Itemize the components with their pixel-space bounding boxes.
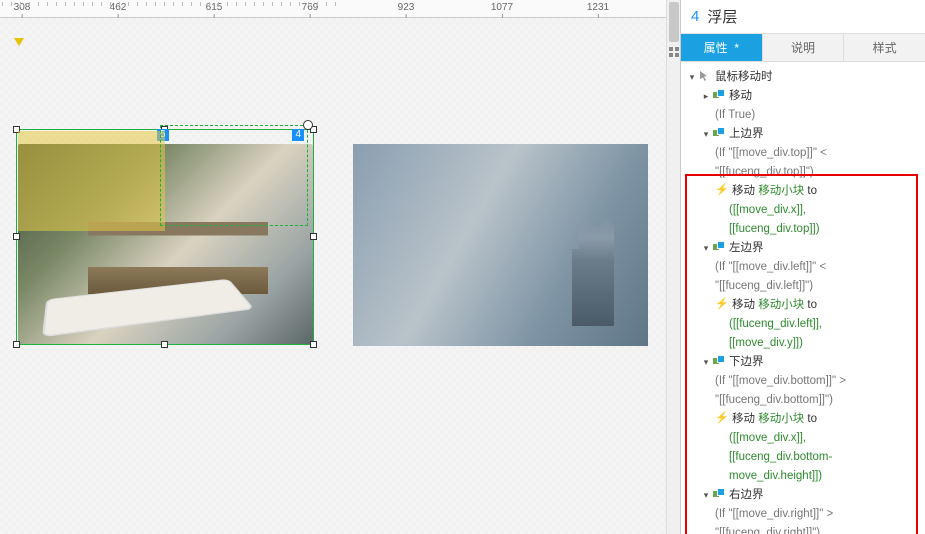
highlight-overlay[interactable] [18, 131, 165, 231]
bolt-icon [715, 183, 729, 197]
move-icon [712, 354, 726, 368]
tree-node-condition: (If "[[move_div.bottom]]" > [687, 372, 923, 391]
tree-node-param: [[move_div.y]]) [687, 334, 923, 353]
action-text: 移动 移动小块 to [732, 297, 817, 314]
condition-text: "[[fuceng_div.bottom]]") [715, 392, 833, 409]
inspector-panel: 4 浮层 属性 * 说明 样式 ▾ 鼠标移动时 ▸ 移动 (If True) ▾ [680, 0, 925, 534]
tree-node-action[interactable]: 移动 移动小块 to [687, 296, 923, 315]
condition-text: (If "[[move_div.left]]" < [715, 259, 826, 276]
selection-badge: 4 [292, 129, 304, 141]
resize-handle-mr[interactable] [310, 233, 317, 240]
tree-node-case-bottom[interactable]: ▾ 下边界 [687, 353, 923, 372]
tab-dirty-marker: * [734, 41, 739, 55]
node-label: 鼠标移动时 [715, 69, 773, 86]
move-icon [712, 487, 726, 501]
ruler-minor-ticks [0, 2, 340, 6]
tree-node-case-left[interactable]: ▾ 左边界 [687, 239, 923, 258]
condition-text: "[[fuceng_div.top]]") [715, 164, 814, 181]
rotate-handle[interactable] [303, 120, 313, 130]
tree-node-param: [[fuceng_div.bottom- [687, 448, 923, 467]
ruler-horizontal: 308 462 615 769 923 1077 1231 [0, 0, 680, 18]
caret-down-icon[interactable]: ▾ [701, 240, 711, 257]
tree-node-case-top[interactable]: ▾ 上边界 [687, 125, 923, 144]
tree-node-condition: (If "[[move_div.left]]" < [687, 258, 923, 277]
panel-header: 4 浮层 [681, 0, 925, 34]
move-icon [712, 126, 726, 140]
caret-down-icon[interactable]: ▾ [687, 69, 697, 86]
condition-text: "[[fuceng_div.left]]") [715, 278, 813, 295]
tab-properties[interactable]: 属性 * [681, 34, 763, 61]
scrollbar-vertical[interactable] [666, 0, 680, 534]
node-label: 上边界 [729, 126, 764, 143]
tree-node-case-right[interactable]: ▾ 右边界 [687, 486, 923, 505]
tree-node-param: [[fuceng_div.top]]) [687, 220, 923, 239]
tab-label: 属性 [704, 41, 728, 55]
resize-handle-bm[interactable] [161, 341, 168, 348]
interaction-tree[interactable]: ▾ 鼠标移动时 ▸ 移动 (If True) ▾ 上边界 (If "[[move… [681, 62, 925, 534]
bolt-icon [715, 297, 729, 311]
panel-title: 浮层 [707, 6, 737, 27]
tree-node-condition: (If "[[move_div.right]]" > [687, 505, 923, 524]
caret-right-icon[interactable]: ▸ [701, 88, 711, 105]
tree-node-condition: "[[fuceng_div.bottom]]") [687, 391, 923, 410]
condition-text: (If True) [715, 107, 755, 124]
node-label: 下边界 [729, 354, 764, 371]
tree-node-case[interactable]: ▸ 移动 [687, 87, 923, 106]
node-label: 移动 [729, 88, 752, 105]
tree-node-param: move_div.height]]) [687, 467, 923, 486]
tree-node-param: ([[fuceng_div.left]], [687, 315, 923, 334]
scrollbar-thumb[interactable] [669, 2, 679, 42]
canvas-area[interactable]: 5 4 [0, 18, 680, 534]
tree-node-action[interactable]: 移动 移动小块 to [687, 182, 923, 201]
condition-text: (If "[[move_div.bottom]]" > [715, 373, 846, 390]
guide-marker-icon[interactable] [14, 38, 24, 46]
ruler-tick: 1077 [491, 2, 513, 13]
action-text: 移动 移动小块 to [732, 411, 817, 428]
ruler-tick: 1231 [587, 2, 609, 13]
bolt-icon [715, 411, 729, 425]
mouse-icon [698, 69, 712, 83]
tree-node-condition: "[[fuceng_div.right]]") [687, 524, 923, 534]
tree-node-param: ([[move_div.x]], [687, 429, 923, 448]
node-label: 左边界 [729, 240, 764, 257]
resize-handle-ml[interactable] [13, 233, 20, 240]
castle-graphic [558, 216, 628, 326]
tree-node-condition: (If "[[move_div.top]]" < [687, 144, 923, 163]
move-icon [712, 240, 726, 254]
related-items-icon[interactable] [668, 46, 680, 58]
tree-node-action[interactable]: 移动 移动小块 to [687, 410, 923, 429]
tree-node-condition: "[[fuceng_div.top]]") [687, 163, 923, 182]
resize-handle-br[interactable] [310, 341, 317, 348]
caret-down-icon[interactable]: ▾ [701, 126, 711, 143]
panel-tabs: 属性 * 说明 样式 [681, 34, 925, 62]
caret-down-icon[interactable]: ▾ [701, 354, 711, 371]
action-text: 移动 移动小块 to [732, 183, 817, 200]
preview-image[interactable] [353, 144, 648, 346]
tree-node-param: ([[move_div.x]], [687, 201, 923, 220]
tree-node-condition: (If True) [687, 106, 923, 125]
ruler-tick: 923 [398, 2, 415, 13]
resize-handle-bl[interactable] [13, 341, 20, 348]
caret-down-icon[interactable]: ▾ [701, 487, 711, 504]
tree-node-condition: "[[fuceng_div.left]]") [687, 277, 923, 296]
condition-text: (If "[[move_div.top]]" < [715, 145, 827, 162]
selection-inner[interactable]: 4 [160, 125, 308, 226]
tab-style[interactable]: 样式 [844, 34, 925, 61]
condition-text: (If "[[move_div.right]]" > [715, 506, 833, 523]
condition-text: "[[fuceng_div.right]]") [715, 525, 820, 534]
tab-notes[interactable]: 说明 [763, 34, 845, 61]
panel-index: 4 [691, 8, 699, 25]
node-label: 右边界 [729, 487, 764, 504]
tree-node-event[interactable]: ▾ 鼠标移动时 [687, 68, 923, 87]
canvas-pane[interactable]: 308 462 615 769 923 1077 1231 5 [0, 0, 680, 534]
move-icon [712, 88, 726, 102]
